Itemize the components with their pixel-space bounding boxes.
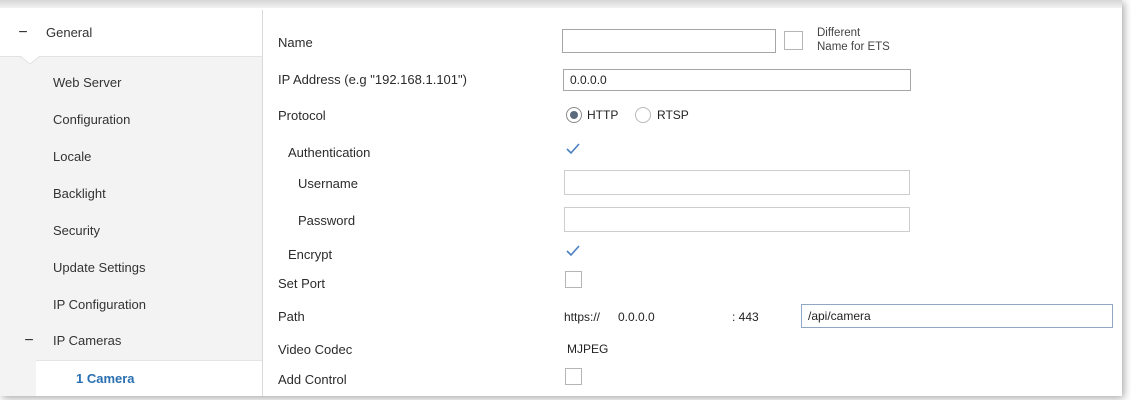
path-scheme-text: https:// (564, 310, 601, 324)
sidebar-group-general[interactable]: − General (0, 10, 262, 57)
ip-address-label: IP Address (e.g "192.168.1.101") (278, 72, 467, 87)
sidebar-item-label: Web Server (53, 75, 122, 90)
sidebar-item-1-camera[interactable]: 1 Camera (36, 360, 262, 396)
protocol-rtsp-label: RTSP (657, 108, 689, 122)
check-icon (566, 245, 580, 257)
different-name-label-line1: Different (817, 27, 861, 39)
password-input[interactable] (564, 207, 910, 232)
encrypt-checkbox[interactable] (564, 242, 582, 260)
name-label: Name (278, 35, 313, 50)
protocol-rtsp-radio[interactable] (635, 107, 651, 123)
sidebar-item-label: 1 Camera (76, 371, 135, 386)
set-port-checkbox[interactable] (565, 271, 582, 288)
different-name-label-line2: Name for ETS (817, 41, 890, 53)
sidebar-item-security[interactable]: Security (0, 213, 262, 249)
encrypt-label: Encrypt (288, 247, 333, 262)
collapse-icon[interactable]: − (22, 323, 36, 359)
sidebar-item-label: Update Settings (53, 260, 146, 275)
set-port-label: Set Port (278, 276, 325, 291)
path-label: Path (278, 309, 305, 324)
ip-address-input[interactable] (563, 69, 911, 91)
username-label: Username (298, 176, 358, 191)
app-window: − General Web Server Configuration Local… (0, 0, 1122, 396)
sidebar-item-locale[interactable]: Locale (0, 139, 262, 175)
sidebar-group-ip-cameras[interactable]: − IP Cameras (0, 323, 262, 359)
collapse-icon[interactable]: − (16, 10, 30, 56)
different-name-checkbox[interactable] (784, 31, 803, 50)
add-control-checkbox[interactable] (565, 368, 582, 385)
username-input[interactable] (564, 170, 910, 195)
sidebar-item-label: Configuration (53, 112, 131, 127)
authentication-label: Authentication (288, 145, 371, 160)
sidebar-item-label: Backlight (53, 186, 106, 201)
sidebar-item-update-settings[interactable]: Update Settings (0, 250, 262, 286)
sidebar-item-backlight[interactable]: Backlight (0, 176, 262, 212)
authentication-checkbox[interactable] (564, 140, 582, 158)
video-codec-value: MJPEG (567, 342, 609, 356)
path-port-text: : 443 (732, 310, 759, 324)
sidebar-item-label: IP Configuration (53, 297, 146, 312)
protocol-label: Protocol (278, 108, 326, 123)
sidebar-item-label: Security (53, 223, 100, 238)
sidebar-group-label: General (46, 25, 93, 40)
sidebar-group-label: IP Cameras (53, 333, 122, 348)
window-top-edge (0, 0, 1122, 8)
protocol-http-radio[interactable] (566, 107, 582, 123)
password-label: Password (298, 213, 356, 228)
video-codec-label: Video Codec (278, 342, 353, 357)
sidebar-item-label: Locale (53, 149, 92, 164)
sidebar-item-web-server[interactable]: Web Server (0, 65, 262, 101)
sidebar-item-configuration[interactable]: Configuration (0, 102, 262, 138)
sidebar-item-ip-configuration[interactable]: IP Configuration (0, 287, 262, 323)
path-host-text: 0.0.0.0 (618, 310, 655, 324)
add-control-label: Add Control (278, 372, 347, 387)
check-icon (566, 143, 580, 155)
sidebar: − General Web Server Configuration Local… (0, 10, 263, 396)
name-input[interactable] (562, 29, 776, 53)
protocol-http-label: HTTP (587, 108, 619, 122)
path-input[interactable] (801, 304, 1113, 328)
